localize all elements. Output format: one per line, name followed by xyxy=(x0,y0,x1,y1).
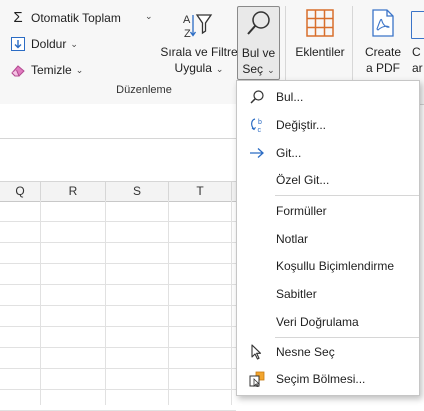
menu-item-label: Git... xyxy=(276,146,302,160)
replace-icon: bc xyxy=(249,117,265,134)
column-header-s[interactable]: S xyxy=(106,182,169,201)
autosum-chevron-icon[interactable]: ⌄ xyxy=(145,11,153,22)
find-select-menu: Bul... bc Değiştir... Git... Özel Git...… xyxy=(236,80,420,396)
column-header-row: Q R S T xyxy=(0,181,236,202)
menu-item-label: Formüller xyxy=(276,204,327,218)
find-select-label-2-text: Seç xyxy=(242,62,264,76)
table-row xyxy=(0,348,236,369)
menu-item-selection-pane[interactable]: Seçim Bölmesi... xyxy=(237,367,419,391)
column-header-r[interactable]: R xyxy=(41,182,106,201)
search-icon xyxy=(249,89,265,105)
chevron-down-icon: ⌄ xyxy=(215,64,224,74)
sort-filter-label-2: Uygula ⌄ xyxy=(168,60,230,77)
table-row xyxy=(0,306,236,327)
fill-button[interactable]: Doldur ⌄ xyxy=(10,36,78,52)
menu-item-label: Veri Doğrulama xyxy=(276,315,359,329)
table-row xyxy=(0,222,236,243)
column-header-t[interactable]: T xyxy=(169,182,232,201)
addins-grid-icon xyxy=(306,9,334,37)
partial-label-1: C xyxy=(412,45,421,59)
create-pdf-label-1: Create xyxy=(364,45,402,59)
cell-grid[interactable] xyxy=(0,201,236,411)
menu-item-select-objects[interactable]: Nesne Seç xyxy=(237,340,419,364)
menu-separator xyxy=(275,195,419,196)
svg-text:b: b xyxy=(258,119,262,126)
fill-label: Doldur xyxy=(31,37,67,51)
menu-item-formulas[interactable]: Formüller xyxy=(237,199,419,223)
eraser-icon xyxy=(10,62,26,78)
magnifier-icon xyxy=(246,10,272,38)
menu-item-label: Notlar xyxy=(276,232,309,246)
chevron-down-icon: ⌄ xyxy=(267,65,275,75)
clear-button[interactable]: Temizle ⌄ xyxy=(10,62,83,78)
menu-item-label: Özel Git... xyxy=(276,173,330,187)
menu-item-goto[interactable]: Git... xyxy=(237,141,419,165)
fill-down-icon xyxy=(10,36,26,52)
create-pdf-button[interactable]: Create a PDF xyxy=(358,6,408,78)
table-row xyxy=(0,369,236,390)
table-row xyxy=(0,264,236,285)
menu-item-goto-special[interactable]: Özel Git... xyxy=(237,168,419,192)
find-select-label-2: Seç ⌄ xyxy=(238,61,279,78)
menu-item-label: Değiştir... xyxy=(276,118,327,132)
table-row xyxy=(0,285,236,306)
find-select-label-1: Bul ve xyxy=(241,46,276,60)
svg-text:c: c xyxy=(258,127,262,133)
table-row xyxy=(0,390,236,411)
sort-filter-label-1: Sırala ve Filtre xyxy=(160,45,238,59)
sort-az-a-text: A xyxy=(183,14,191,26)
menu-item-label: Seçim Bölmesi... xyxy=(276,372,366,386)
menu-item-data-validation[interactable]: Veri Doğrulama xyxy=(237,310,419,334)
column-header-q[interactable]: Q xyxy=(0,182,41,201)
find-select-button[interactable]: Bul ve Seç ⌄ xyxy=(237,6,280,80)
menu-item-label: Bul... xyxy=(276,90,304,104)
menu-item-label: Koşullu Biçimlendirme xyxy=(276,259,395,273)
menu-item-label: Sabitler xyxy=(276,287,317,301)
menu-item-constants[interactable]: Sabitler xyxy=(237,282,419,306)
sort-az-z-text: Z xyxy=(184,28,191,40)
column-gridline xyxy=(40,200,41,405)
autosum-button[interactable]: Σ Otomatik Toplam xyxy=(10,9,121,26)
create-pdf-label-2: a PDF xyxy=(365,61,400,75)
sort-filter-button[interactable]: A Z Sırala ve Filtre Uygula ⌄ xyxy=(160,6,238,78)
arrow-right-icon xyxy=(249,145,265,161)
addins-label: Eklentiler xyxy=(295,45,345,59)
sort-filter-label-2-text: Uygula xyxy=(174,61,212,75)
column-gridline xyxy=(105,200,106,405)
autosum-label: Otomatik Toplam xyxy=(31,11,121,25)
formula-bar-area xyxy=(0,104,236,139)
column-gridline xyxy=(168,200,169,405)
column-gridline xyxy=(231,200,232,405)
menu-separator xyxy=(275,337,419,338)
group-divider xyxy=(285,6,286,80)
table-row xyxy=(0,243,236,264)
partial-label-2: ar xyxy=(412,61,423,75)
pdf-document-icon xyxy=(371,9,395,37)
sigma-icon: Σ xyxy=(13,9,23,26)
group-divider xyxy=(352,6,353,80)
menu-item-replace[interactable]: bc Değiştir... xyxy=(237,113,419,137)
chevron-down-icon: ⌄ xyxy=(75,64,84,75)
menu-item-conditional-formatting[interactable]: Koşullu Biçimlendirme xyxy=(237,254,419,278)
table-row xyxy=(0,201,236,222)
partial-button-icon xyxy=(411,11,424,39)
table-row xyxy=(0,327,236,348)
menu-item-label: Nesne Seç xyxy=(276,345,335,359)
chevron-down-icon: ⌄ xyxy=(70,38,78,49)
cursor-icon xyxy=(249,344,265,360)
addins-button[interactable]: Eklentiler xyxy=(293,6,347,78)
group-label-editing: Düzenleme xyxy=(116,84,172,96)
clear-label: Temizle xyxy=(31,63,72,77)
partial-ribbon-button[interactable]: C ar xyxy=(408,6,424,78)
menu-item-find[interactable]: Bul... xyxy=(237,85,419,109)
selection-pane-icon xyxy=(249,371,265,388)
sort-filter-icon: A Z xyxy=(182,10,214,42)
menu-item-notes[interactable]: Notlar xyxy=(237,227,419,251)
